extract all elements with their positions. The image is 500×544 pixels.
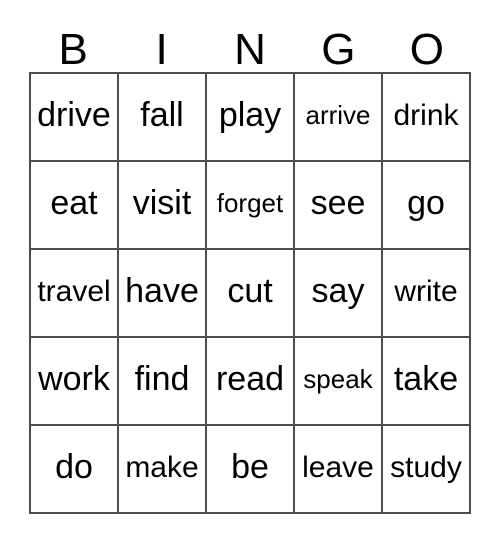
bingo-cell[interactable]: say: [295, 250, 383, 338]
bingo-cell[interactable]: make: [119, 426, 207, 514]
bingo-cell-label: eat: [50, 184, 98, 223]
bingo-cell[interactable]: visit: [119, 162, 207, 250]
bingo-cell-label: find: [134, 360, 190, 399]
bingo-cell-label: play: [218, 96, 282, 135]
bingo-header-letter-o: O: [409, 25, 444, 74]
bingo-cell-label: go: [407, 184, 445, 223]
bingo-header-letter-b: B: [58, 25, 88, 74]
bingo-cell[interactable]: play: [207, 74, 295, 162]
bingo-cell-label: fall: [140, 96, 184, 135]
bingo-header-letter-n: N: [234, 25, 266, 74]
bingo-cell-label: make: [125, 451, 199, 485]
bingo-cell-label: see: [310, 184, 366, 223]
bingo-cell-label: arrive: [305, 100, 371, 131]
bingo-cell[interactable]: drink: [383, 74, 471, 162]
bingo-cell[interactable]: write: [383, 250, 471, 338]
bingo-cell[interactable]: have: [119, 250, 207, 338]
bingo-cell-label: drive: [37, 96, 111, 135]
bingo-cell[interactable]: drive: [31, 74, 119, 162]
bingo-cell[interactable]: forget: [207, 162, 295, 250]
bingo-cell-label: write: [394, 275, 458, 309]
bingo-cell-label: say: [311, 272, 365, 311]
bingo-cell-label: be: [231, 448, 269, 487]
bingo-cell[interactable]: take: [383, 338, 471, 426]
bingo-cell[interactable]: be: [207, 426, 295, 514]
bingo-header-cell: B: [29, 14, 117, 72]
bingo-header-cell: G: [294, 14, 382, 72]
bingo-cell[interactable]: fall: [119, 74, 207, 162]
bingo-header-letter-i: I: [155, 25, 168, 74]
bingo-cell[interactable]: go: [383, 162, 471, 250]
bingo-cell-label: drink: [393, 99, 459, 133]
bingo-cell-label: speak: [303, 364, 373, 395]
bingo-cell[interactable]: cut: [207, 250, 295, 338]
bingo-cell-label: take: [393, 360, 459, 399]
bingo-header-letter-g: G: [321, 25, 356, 74]
bingo-cell[interactable]: leave: [295, 426, 383, 514]
bingo-cell-label: cut: [227, 272, 273, 311]
bingo-cell[interactable]: eat: [31, 162, 119, 250]
bingo-cell[interactable]: travel: [31, 250, 119, 338]
bingo-cell[interactable]: read: [207, 338, 295, 426]
bingo-card: B I N G O drive fall play arrive drink eat visit fo…: [0, 0, 500, 544]
bingo-cell-label: read: [215, 360, 285, 399]
bingo-cell[interactable]: find: [119, 338, 207, 426]
bingo-grid: drive fall play arrive drink eat visit forget se…: [29, 72, 471, 514]
bingo-cell[interactable]: study: [383, 426, 471, 514]
bingo-cell-label: do: [55, 448, 93, 487]
bingo-cell[interactable]: arrive: [295, 74, 383, 162]
bingo-cell[interactable]: speak: [295, 338, 383, 426]
bingo-header-cell: I: [117, 14, 205, 72]
bingo-cell[interactable]: do: [31, 426, 119, 514]
bingo-cell-label: visit: [132, 184, 192, 223]
bingo-cell-label: have: [125, 272, 199, 311]
bingo-cell-label: study: [390, 451, 462, 485]
bingo-cell[interactable]: see: [295, 162, 383, 250]
bingo-cell-label: work: [38, 360, 110, 399]
bingo-cell-label: leave: [302, 451, 374, 485]
bingo-cell-label: forget: [216, 188, 284, 219]
bingo-cell-label: travel: [37, 275, 111, 309]
bingo-header-cell: O: [383, 14, 471, 72]
bingo-header-row: BINGO: [29, 14, 471, 72]
bingo-header-cell: N: [206, 14, 294, 72]
bingo-cell[interactable]: work: [31, 338, 119, 426]
